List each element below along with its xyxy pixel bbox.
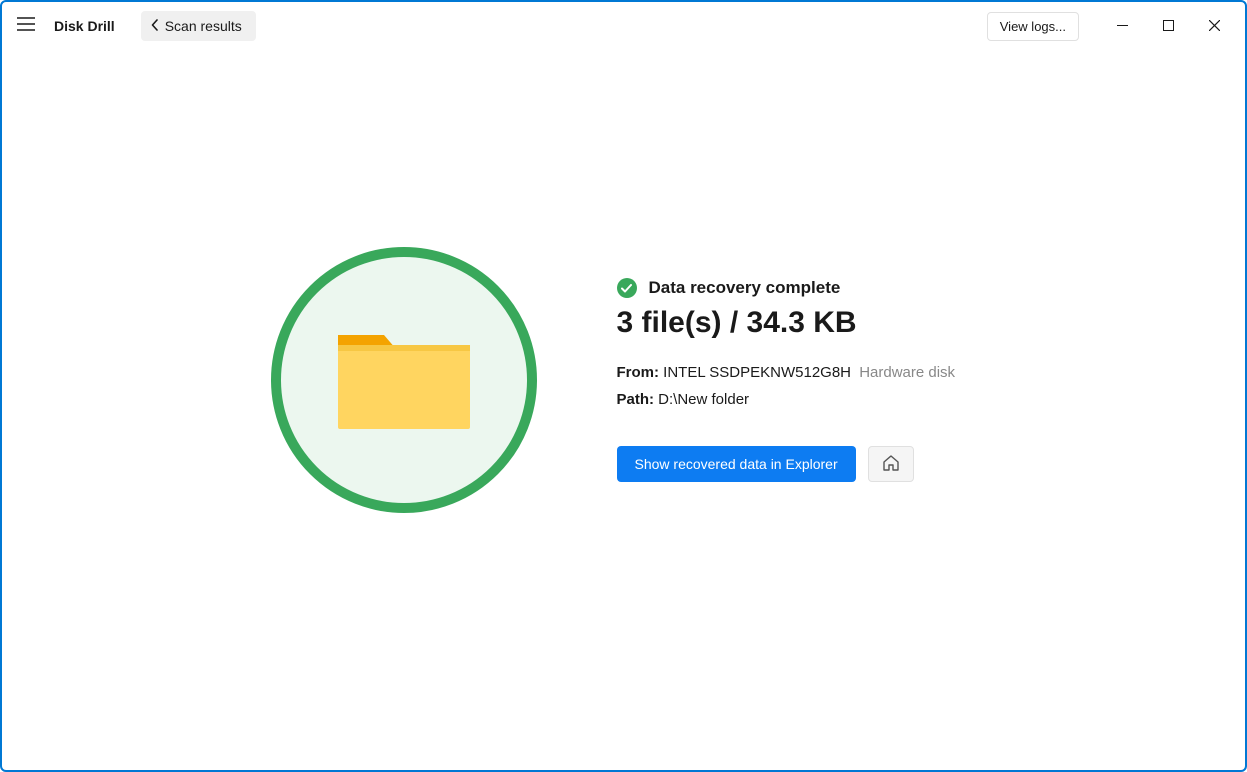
- path-value: D:\New folder: [658, 391, 749, 408]
- folder-graphic: [271, 247, 537, 513]
- home-icon: [882, 454, 900, 475]
- from-value: INTEL SSDPEKNW512G8H: [663, 364, 851, 381]
- chevron-left-icon: [151, 18, 159, 34]
- minimize-icon: [1117, 19, 1128, 34]
- folder-icon: [334, 323, 474, 438]
- minimize-button[interactable]: [1099, 10, 1145, 42]
- titlebar: Disk Drill Scan results View logs...: [2, 2, 1245, 50]
- maximize-icon: [1163, 19, 1174, 34]
- result-info: Data recovery complete 3 file(s) / 34.3 …: [617, 278, 977, 482]
- close-icon: [1209, 19, 1220, 34]
- from-label: From:: [617, 364, 660, 381]
- back-button-label: Scan results: [165, 18, 242, 34]
- view-logs-button[interactable]: View logs...: [987, 12, 1079, 41]
- home-button[interactable]: [868, 446, 914, 482]
- from-line: From: INTEL SSDPEKNW512G8H Hardware disk: [617, 364, 977, 381]
- action-row: Show recovered data in Explorer: [617, 446, 977, 482]
- success-check-icon: [617, 278, 637, 298]
- result-headline: 3 file(s) / 34.3 KB: [617, 306, 977, 340]
- main-content: Data recovery complete 3 file(s) / 34.3 …: [2, 50, 1245, 770]
- maximize-button[interactable]: [1145, 10, 1191, 42]
- close-button[interactable]: [1191, 10, 1237, 42]
- app-title: Disk Drill: [54, 18, 115, 34]
- show-in-explorer-button[interactable]: Show recovered data in Explorer: [617, 446, 856, 482]
- status-text: Data recovery complete: [649, 278, 841, 298]
- path-line: Path: D:\New folder: [617, 391, 977, 408]
- path-label: Path:: [617, 391, 655, 408]
- window-controls: [1099, 10, 1237, 42]
- menu-button[interactable]: [10, 10, 42, 42]
- hamburger-icon: [17, 17, 35, 36]
- back-button[interactable]: Scan results: [141, 11, 256, 41]
- status-line: Data recovery complete: [617, 278, 977, 298]
- from-type: Hardware disk: [859, 364, 955, 381]
